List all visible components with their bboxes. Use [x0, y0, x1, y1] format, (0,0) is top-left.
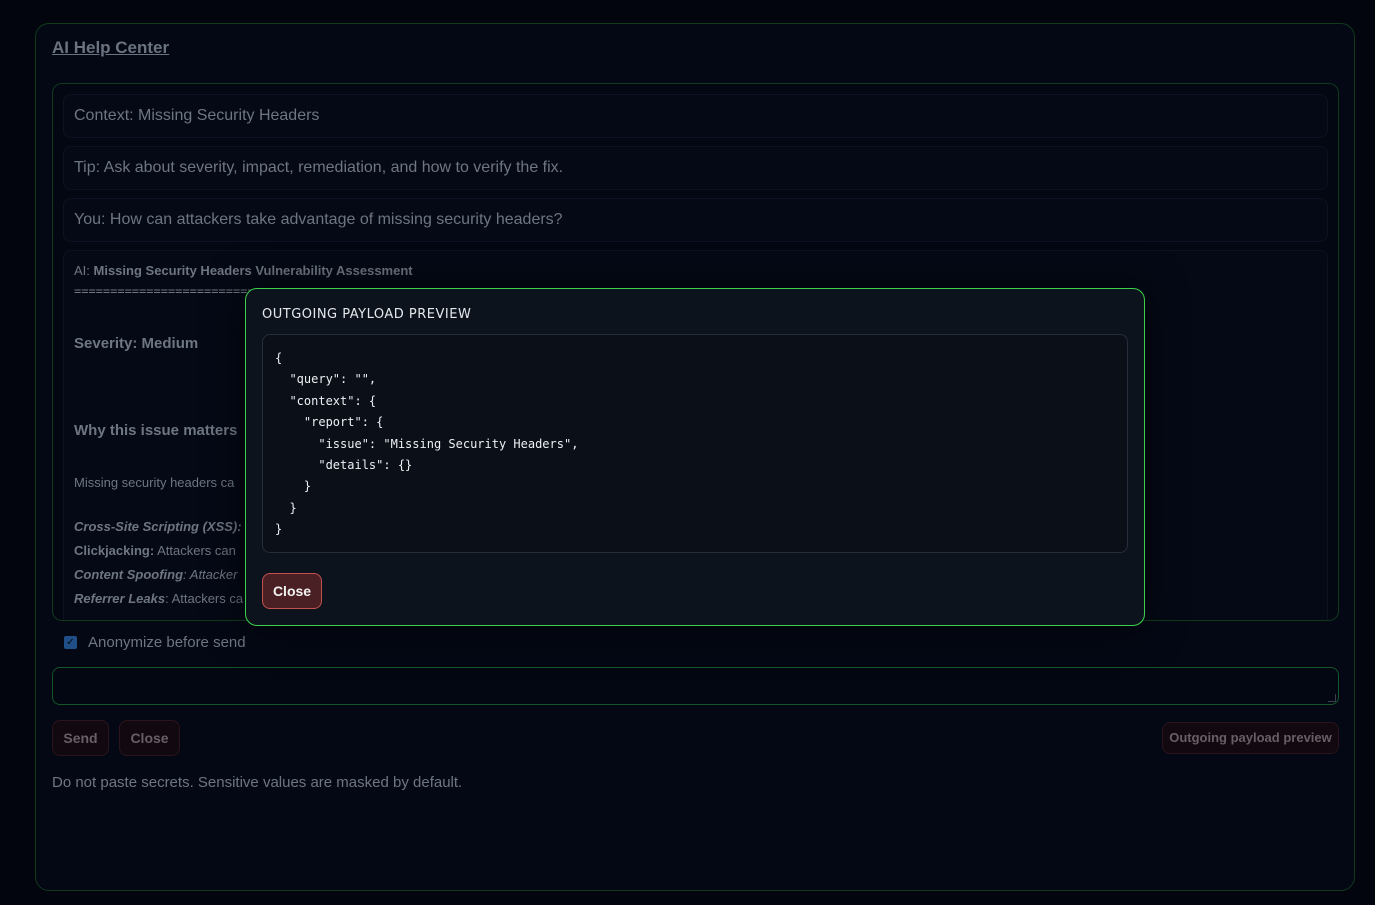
anonymize-label: Anonymize before send	[88, 634, 246, 651]
message-input[interactable]	[52, 667, 1339, 705]
anonymize-checkbox[interactable]: ✓	[64, 636, 77, 649]
ai-bullet-text: : Attackers ca	[165, 591, 244, 606]
ai-bullet-text: Attackers can	[154, 543, 236, 558]
user-message: You: How can attackers take advantage of…	[63, 198, 1328, 242]
context-message: Context: Missing Security Headers	[63, 94, 1328, 138]
ai-bullet-label: Clickjacking:	[74, 543, 155, 558]
ai-bullet-label: Content Spoofing	[74, 567, 184, 582]
payload-code-box: { "query": "", "context": { "report": { …	[262, 334, 1128, 553]
ai-message-heading: AI: Missing Security Headers Vulnerabili…	[74, 263, 1317, 278]
privacy-footnote: Do not paste secrets. Sensitive values a…	[52, 774, 463, 791]
ai-heading-text: Missing Security Headers Vulnerability A…	[93, 263, 413, 278]
panel-title[interactable]: AI Help Center	[52, 38, 169, 58]
modal-close-button[interactable]: Close	[262, 573, 322, 609]
payload-json: { "query": "", "context": { "report": { …	[275, 351, 579, 537]
ai-bullet-text: : Attacker	[183, 567, 238, 582]
ai-bullet-label: Cross-Site Scripting (XSS):	[74, 519, 242, 534]
payload-preview-button[interactable]: Outgoing payload preview	[1162, 722, 1339, 754]
resize-grip-icon[interactable]	[1328, 694, 1336, 702]
anonymize-toggle[interactable]: ✓ Anonymize before send	[64, 634, 246, 651]
payload-preview-modal: OUTGOING PAYLOAD PREVIEW { "query": "", …	[245, 288, 1145, 626]
ai-prefix: AI:	[74, 263, 94, 278]
modal-title: OUTGOING PAYLOAD PREVIEW	[262, 307, 472, 322]
close-button[interactable]: Close	[119, 720, 180, 756]
send-button[interactable]: Send	[52, 720, 109, 756]
tip-message: Tip: Ask about severity, impact, remedia…	[63, 146, 1328, 190]
ai-bullet-label: Referrer Leaks	[74, 591, 166, 606]
